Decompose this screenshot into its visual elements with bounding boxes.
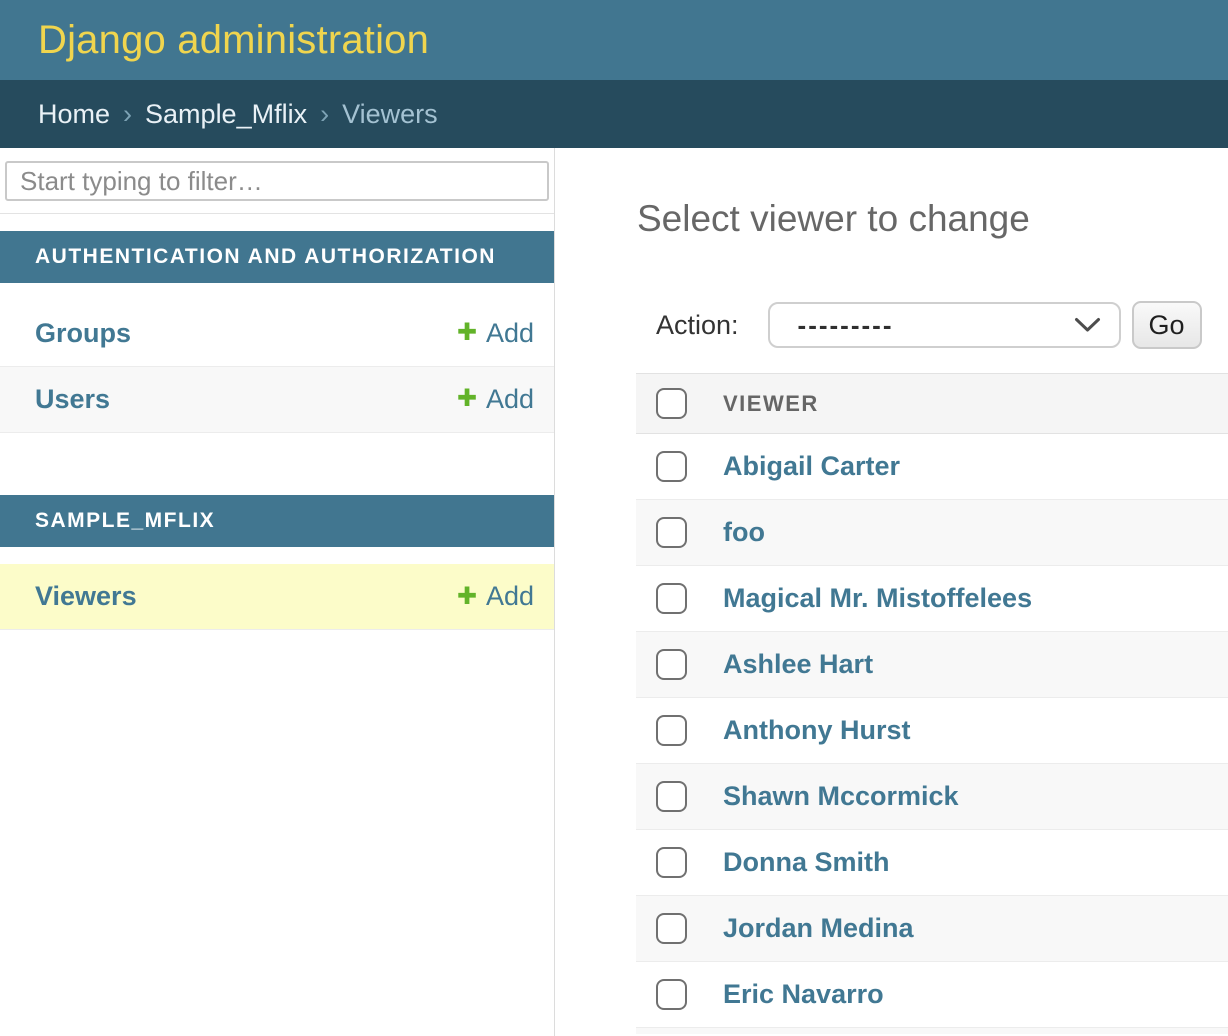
add-viewers-link[interactable]: ✚ Add — [457, 581, 534, 612]
add-users-link[interactable]: ✚ Add — [457, 384, 534, 415]
sidebar-filter-input[interactable] — [5, 161, 549, 201]
row-checkbox[interactable] — [656, 451, 687, 482]
breadcrumb-separator: › — [320, 99, 329, 130]
groups-link[interactable]: Groups — [35, 318, 131, 349]
viewer-link[interactable]: Donna Smith — [723, 847, 890, 878]
module-header-auth: AUTHENTICATION AND AUTHORIZATION — [0, 231, 554, 283]
viewer-link[interactable]: Abigail Carter — [723, 451, 900, 482]
sidebar-item-users: Users ✚ Add — [0, 367, 554, 433]
row-checkbox[interactable] — [656, 649, 687, 680]
sidebar-item-viewers: Viewers ✚ Add — [0, 564, 554, 630]
action-select-value: --------- — [798, 310, 894, 341]
sidebar-module-sample-mflix: SAMPLE_MFLIX Viewers ✚ Add — [0, 495, 554, 630]
viewer-link[interactable]: Anthony Hurst — [723, 715, 910, 746]
table-header-row: VIEWER — [636, 373, 1228, 434]
sidebar-filter — [0, 148, 554, 214]
viewer-link[interactable]: Magical Mr. Mistoffelees — [723, 583, 1032, 614]
table-row: Ashlee Hart — [636, 632, 1228, 698]
table-body: Abigail Carter foo Magical Mr. Mistoffel… — [636, 434, 1228, 1028]
add-label: Add — [486, 581, 534, 612]
row-checkbox[interactable] — [656, 715, 687, 746]
users-link[interactable]: Users — [35, 384, 110, 415]
table-row: Shawn Mccormick — [636, 764, 1228, 830]
plus-icon: ✚ — [457, 321, 477, 345]
row-checkbox[interactable] — [656, 979, 687, 1010]
viewers-link[interactable]: Viewers — [35, 581, 137, 612]
chevron-down-icon — [1074, 317, 1101, 333]
main-content: Select viewer to change Action: --------… — [555, 148, 1228, 1036]
content-layout: AUTHENTICATION AND AUTHORIZATION Groups … — [0, 148, 1228, 1036]
table-row: Anthony Hurst — [636, 698, 1228, 764]
app-header: Django administration — [0, 0, 1228, 80]
go-button[interactable]: Go — [1132, 301, 1202, 349]
table-row: foo — [636, 500, 1228, 566]
site-title-link[interactable]: Django administration — [38, 18, 429, 63]
action-select[interactable]: --------- — [768, 302, 1121, 348]
table-row: Jordan Medina — [636, 896, 1228, 962]
viewer-link[interactable]: foo — [723, 517, 765, 548]
viewer-link[interactable]: Eric Navarro — [723, 979, 884, 1010]
row-checkbox[interactable] — [656, 583, 687, 614]
breadcrumb: Home › Sample_Mflix › Viewers — [0, 80, 1228, 148]
breadcrumb-separator: › — [123, 99, 132, 130]
viewer-link[interactable]: Ashlee Hart — [723, 649, 873, 680]
viewer-link[interactable]: Shawn Mccormick — [723, 781, 959, 812]
table-row-clipped — [636, 1028, 1228, 1034]
row-checkbox[interactable] — [656, 781, 687, 812]
module-header-sample-mflix: SAMPLE_MFLIX — [0, 495, 554, 547]
row-checkbox[interactable] — [656, 913, 687, 944]
plus-icon: ✚ — [457, 387, 477, 411]
plus-icon: ✚ — [457, 585, 477, 609]
changelist-table: VIEWER Abigail Carter foo Magical Mr. Mi… — [636, 373, 1228, 1034]
table-row: Eric Navarro — [636, 962, 1228, 1028]
breadcrumb-current: Viewers — [342, 99, 438, 130]
actions-bar: Action: --------- Go — [636, 301, 1228, 349]
nav-sidebar: AUTHENTICATION AND AUTHORIZATION Groups … — [0, 148, 555, 1036]
viewer-link[interactable]: Jordan Medina — [723, 913, 914, 944]
row-checkbox[interactable] — [656, 517, 687, 548]
table-row: Magical Mr. Mistoffelees — [636, 566, 1228, 632]
breadcrumb-app-link[interactable]: Sample_Mflix — [145, 99, 307, 130]
add-label: Add — [486, 384, 534, 415]
viewer-column-header: VIEWER — [723, 391, 819, 417]
table-row: Donna Smith — [636, 830, 1228, 896]
django-admin-page: Django administration Home › Sample_Mfli… — [0, 0, 1228, 1036]
table-row: Abigail Carter — [636, 434, 1228, 500]
action-label: Action: — [656, 310, 739, 341]
breadcrumb-home-link[interactable]: Home — [38, 99, 110, 130]
select-all-checkbox[interactable] — [656, 388, 687, 419]
sidebar-item-groups: Groups ✚ Add — [0, 301, 554, 367]
sidebar-module-auth: AUTHENTICATION AND AUTHORIZATION Groups … — [0, 231, 554, 432]
add-label: Add — [486, 318, 534, 349]
add-groups-link[interactable]: ✚ Add — [457, 318, 534, 349]
page-title: Select viewer to change — [637, 197, 1228, 241]
row-checkbox[interactable] — [656, 847, 687, 878]
